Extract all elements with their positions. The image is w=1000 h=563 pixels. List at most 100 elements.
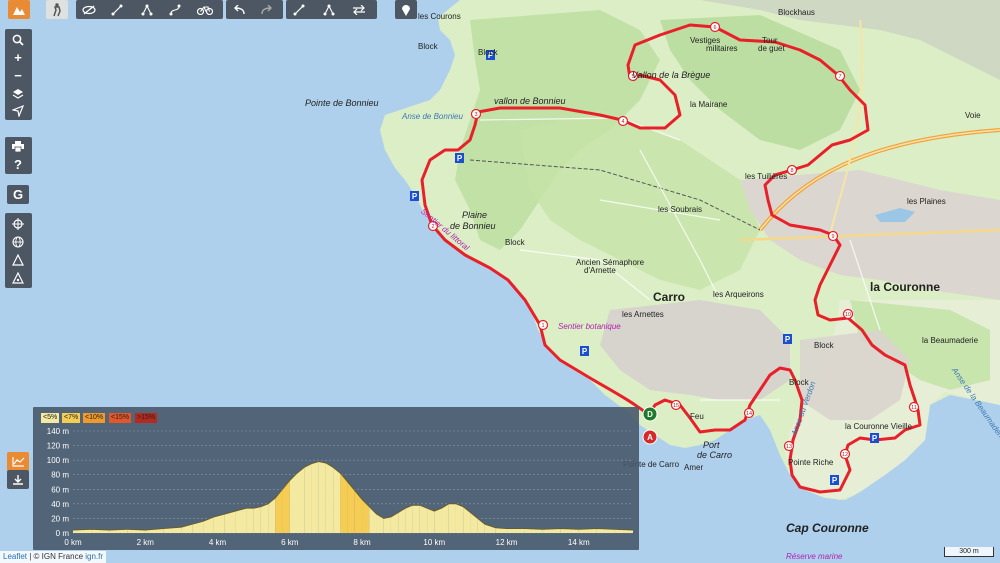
waypoint-marker[interactable]: 7 xyxy=(834,70,846,82)
bike-icon[interactable] xyxy=(194,0,216,19)
x-tick-label: 8 km xyxy=(353,538,371,547)
svg-text:15: 15 xyxy=(673,403,679,409)
undo-icon[interactable] xyxy=(228,0,250,19)
elevation-segment xyxy=(235,508,247,533)
search-icon[interactable] xyxy=(7,30,29,49)
route-down-icon[interactable] xyxy=(7,268,29,287)
elevation-segment xyxy=(253,506,261,533)
print-icon[interactable] xyxy=(7,137,29,156)
marker-icon[interactable] xyxy=(395,0,417,19)
waypoint-marker[interactable]: 3 xyxy=(470,108,482,120)
scale-bar: 300 m xyxy=(944,547,994,557)
elevation-segment xyxy=(412,505,420,533)
locate-icon[interactable] xyxy=(7,101,29,120)
elevation-segment xyxy=(340,473,348,533)
map-label: Pointe Riche xyxy=(788,458,834,467)
elevation-segment xyxy=(246,508,254,533)
elevation-segment xyxy=(419,505,428,533)
elevation-segment xyxy=(333,467,341,533)
ign-link[interactable]: ign.fr xyxy=(85,552,103,561)
waypoint-marker[interactable]: 1 xyxy=(537,319,549,331)
map-label: Block xyxy=(789,378,809,387)
legend-item: <7% xyxy=(62,413,81,423)
help-icon[interactable]: ? xyxy=(7,155,29,174)
google-icon[interactable]: G xyxy=(7,185,29,204)
merge-icon[interactable] xyxy=(288,0,310,19)
map-label: de Carro xyxy=(697,450,733,460)
x-tick-label: 0 km xyxy=(64,538,82,547)
elevation-segment xyxy=(405,505,413,533)
y-tick-label: 0 m xyxy=(56,529,70,538)
elevation-segment xyxy=(484,524,496,533)
svg-text:P: P xyxy=(832,476,838,485)
elevation-profile[interactable]: <5% <7% <10% <15% >15% 140 m 120 m 100 m 80 m 60… xyxy=(33,407,639,550)
svg-text:P: P xyxy=(872,434,878,443)
waypoint-marker[interactable]: 11 xyxy=(908,401,920,413)
map-label: les Courons xyxy=(418,12,461,21)
leaflet-link[interactable]: Leaflet xyxy=(3,552,27,561)
map-label: Amer xyxy=(684,463,704,472)
y-tick-label: 80 m xyxy=(51,471,69,480)
waypoint-marker[interactable]: 14 xyxy=(743,407,755,419)
waypoint-marker[interactable]: 15 xyxy=(670,399,682,411)
x-tick-label: 6 km xyxy=(281,538,299,547)
waypoint-marker[interactable]: 4 xyxy=(617,115,629,127)
reverse-icon[interactable] xyxy=(318,0,340,19)
waypoint-marker[interactable]: 13 xyxy=(783,440,795,452)
elevation-segment xyxy=(463,506,471,533)
start-marker[interactable]: D xyxy=(642,406,658,422)
elevation-segment xyxy=(383,516,391,533)
route-icon[interactable] xyxy=(106,0,128,19)
map-label: Voie xyxy=(965,111,981,120)
elevation-segment xyxy=(455,503,464,533)
eye-off-icon[interactable] xyxy=(78,0,100,19)
elevation-segment xyxy=(448,503,456,533)
redo-icon[interactable] xyxy=(256,0,278,19)
y-tick-label: 120 m xyxy=(47,442,70,451)
path-icon[interactable] xyxy=(164,0,186,19)
map-label: Cap Couronne xyxy=(786,521,869,535)
svg-text:12: 12 xyxy=(842,452,848,458)
zoom-out-icon[interactable]: − xyxy=(7,66,29,85)
waypoint-marker[interactable]: 12 xyxy=(839,448,851,460)
globe-icon[interactable] xyxy=(7,232,29,251)
map-label: d'Arnette xyxy=(584,266,616,275)
route-up-icon[interactable] xyxy=(7,250,29,269)
svg-text:10: 10 xyxy=(845,312,851,318)
logo-icon[interactable] xyxy=(8,0,30,19)
download-icon[interactable] xyxy=(7,470,29,489)
map-label: les Soubrais xyxy=(658,205,703,214)
map-label: Réserve marine xyxy=(786,552,843,561)
map-label: Port xyxy=(703,440,720,450)
waypoint-marker[interactable]: 9 xyxy=(827,230,839,242)
map-label: Block xyxy=(418,42,438,51)
zoom-in-icon[interactable]: + xyxy=(7,48,29,67)
waypoint-marker[interactable]: 8 xyxy=(786,164,798,176)
chart-icon[interactable] xyxy=(7,452,29,471)
waypoint-marker[interactable]: 10 xyxy=(842,308,854,320)
map-label: Block xyxy=(814,341,834,350)
swap-icon[interactable] xyxy=(348,0,370,19)
elevation-segment xyxy=(441,503,449,533)
crosshair-icon[interactable] xyxy=(7,214,29,233)
elevation-segment xyxy=(354,490,363,533)
map-label: les Plaines xyxy=(907,197,946,206)
graph-icon[interactable] xyxy=(136,0,158,19)
svg-text:13: 13 xyxy=(786,444,792,450)
svg-text:4: 4 xyxy=(621,119,624,125)
hiker-icon[interactable] xyxy=(46,0,68,19)
elevation-segment xyxy=(289,473,297,533)
svg-text:6: 6 xyxy=(713,25,716,31)
svg-text:14: 14 xyxy=(746,411,752,417)
map-label: les Arqueirons xyxy=(713,290,764,299)
x-tick-label: 12 km xyxy=(496,538,518,547)
map-label: Carro xyxy=(653,290,686,304)
end-marker[interactable]: A xyxy=(642,429,658,445)
legend-item: >15% xyxy=(135,413,158,423)
map-label: la Couronne Vieille xyxy=(845,422,913,431)
waypoint-marker[interactable]: 6 xyxy=(709,21,721,33)
elevation-segment xyxy=(434,508,442,533)
svg-text:A: A xyxy=(647,433,653,442)
map-label: Blockhaus xyxy=(778,8,815,17)
map-label: la Couronne xyxy=(870,280,941,294)
